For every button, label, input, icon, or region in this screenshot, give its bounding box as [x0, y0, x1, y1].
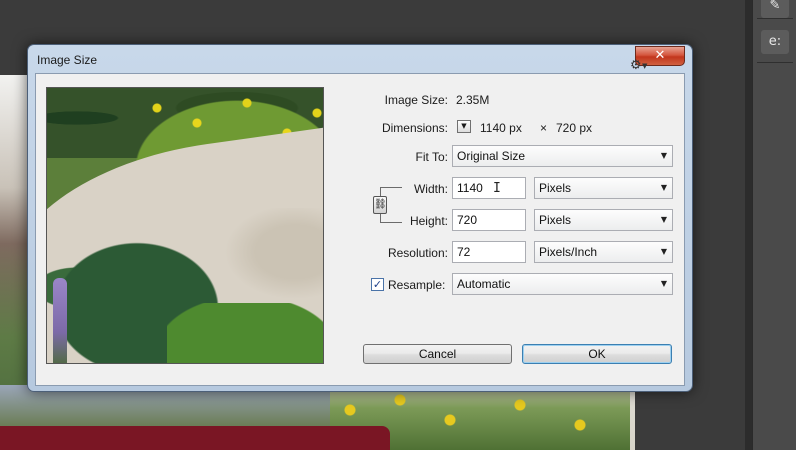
resolution-input[interactable]: 72	[452, 241, 526, 263]
preview-ground-cover	[167, 303, 323, 363]
width-input[interactable]: 1140	[452, 177, 526, 199]
constrain-proportions-button[interactable]: ⛓	[373, 196, 387, 214]
close-icon: ✕	[654, 48, 666, 63]
width-unit-select[interactable]: Pixels ▼	[534, 177, 673, 199]
fit-to-select[interactable]: Original Size ▼	[452, 145, 673, 167]
chevron-down-icon: ▼	[660, 247, 667, 256]
resample-checkbox[interactable]: ✓	[371, 278, 384, 291]
width-value: 1140	[457, 181, 483, 195]
width-unit-value: Pixels	[539, 181, 572, 195]
width-label: Width:	[413, 182, 448, 196]
image-size-label: Image Size:	[384, 93, 448, 107]
document-red-banner	[0, 426, 390, 450]
chevron-down-icon: ▼	[660, 183, 667, 192]
resolution-unit-select[interactable]: Pixels/Inch ▼	[534, 241, 673, 263]
resample-select[interactable]: Automatic ▼	[452, 273, 673, 295]
dimensions-height-value: 720 px	[556, 121, 593, 135]
preview-lavender	[53, 278, 67, 363]
dialog-title-bar[interactable]: Image Size ✕	[28, 45, 692, 73]
fit-to-label: Fit To:	[415, 150, 448, 164]
cancel-button[interactable]: Cancel	[363, 344, 512, 364]
checkmark-icon: ✓	[372, 278, 383, 291]
gear-icon[interactable]: ⚙	[630, 58, 642, 73]
chain-link-icon: ⛓	[374, 199, 387, 210]
chevron-down-icon: ▼	[642, 62, 648, 70]
dialog-title: Image Size	[37, 53, 98, 67]
panel-dock: ✎ e:	[752, 0, 796, 450]
image-preview[interactable]	[46, 87, 324, 364]
resample-value: Automatic	[457, 277, 511, 291]
ok-button[interactable]: OK	[522, 344, 672, 364]
dimensions-width-value: 1140 px	[480, 121, 522, 135]
panel-divider	[745, 0, 752, 450]
i-beam-cursor-icon: I	[493, 181, 501, 196]
character-panel-icon[interactable]: e:	[761, 30, 789, 54]
resolution-label: Resolution:	[387, 246, 448, 260]
chevron-down-icon: ▼	[660, 151, 667, 160]
resolution-unit-value: Pixels/Inch	[539, 245, 598, 259]
dock-tool-icon[interactable]: ✎	[761, 0, 789, 18]
dock-separator	[757, 62, 793, 63]
resolution-value: 72	[457, 245, 471, 259]
chevron-down-icon: ▼	[660, 215, 667, 224]
fit-to-value: Original Size	[457, 149, 526, 163]
height-label: Height:	[409, 214, 448, 228]
dimensions-dropdown[interactable]: ▼	[457, 120, 471, 133]
image-size-value: 2.35M	[456, 93, 490, 107]
dimensions-label: Dimensions:	[381, 121, 448, 135]
chevron-down-icon: ▼	[461, 122, 467, 130]
dock-separator	[757, 18, 793, 19]
chevron-down-icon: ▼	[660, 279, 667, 288]
height-value: 720	[457, 213, 478, 227]
height-input[interactable]: 720	[452, 209, 526, 231]
resample-label: Resample:	[388, 278, 446, 292]
height-unit-select[interactable]: Pixels ▼	[534, 209, 673, 231]
height-unit-value: Pixels	[539, 213, 572, 227]
dimensions-separator: ×	[540, 121, 548, 135]
